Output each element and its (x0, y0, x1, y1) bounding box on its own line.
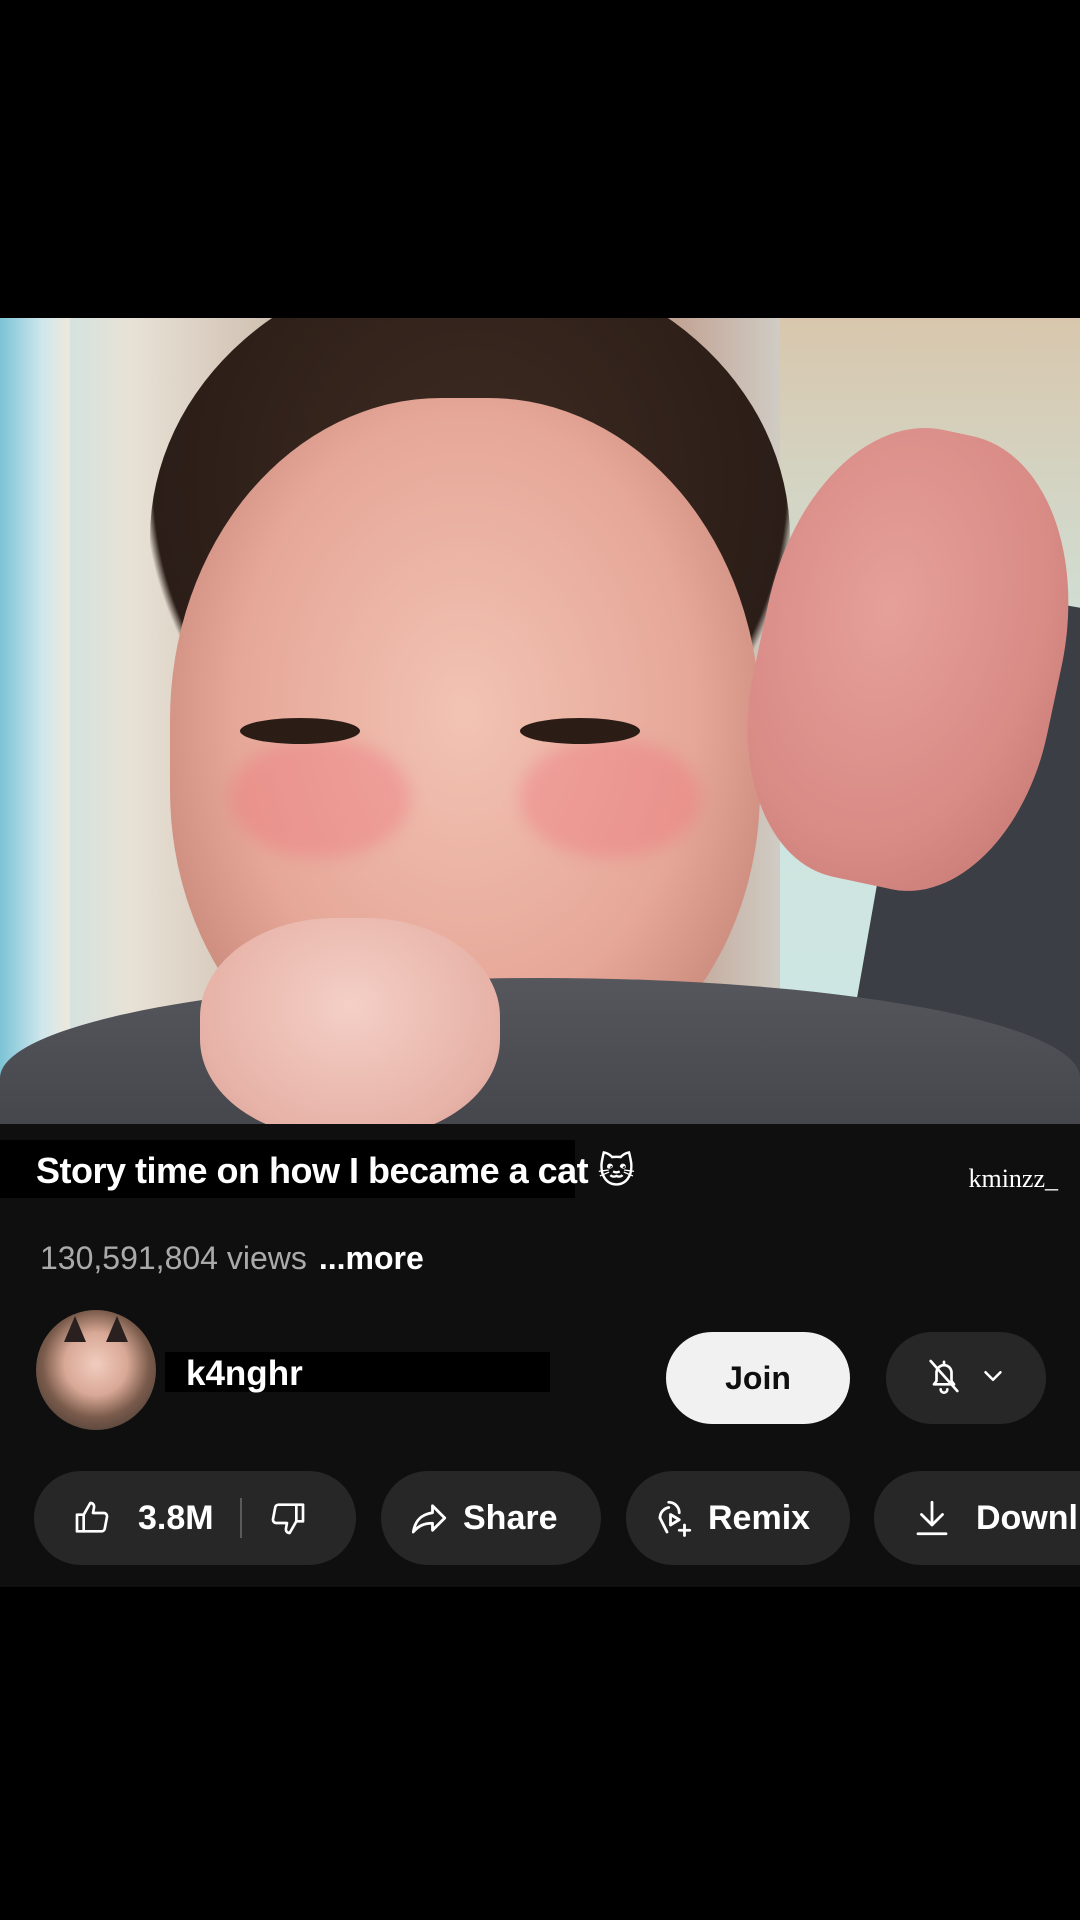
watermark: kminzz_ (968, 1164, 1058, 1193)
share-button[interactable]: Share (381, 1471, 601, 1565)
thumbs-down-icon[interactable] (266, 1496, 310, 1540)
join-button[interactable]: Join (666, 1332, 850, 1424)
more-link[interactable]: ...more (319, 1240, 424, 1276)
video-title[interactable]: Story time on how I became a cat 🐱 (36, 1150, 635, 1192)
eye-right (520, 718, 640, 744)
channel-avatar[interactable] (36, 1310, 156, 1430)
chevron-down-icon (978, 1361, 1008, 1396)
action-bar: 3.8M Share Remix Downl (0, 1471, 1080, 1567)
download-button[interactable]: Downl (874, 1471, 1080, 1565)
cheek-right (520, 738, 700, 858)
view-count-row[interactable]: 130,591,804 views ...more (40, 1240, 424, 1277)
notification-settings-button[interactable] (886, 1332, 1046, 1424)
title-row[interactable]: Story time on how I became a cat 🐱 kminz… (0, 1124, 1080, 1204)
download-icon (910, 1496, 954, 1540)
view-count: 130,591,804 views (40, 1240, 307, 1276)
eye-left (240, 718, 360, 744)
download-label: Downl (976, 1498, 1078, 1537)
like-divider (239, 1498, 242, 1538)
share-label: Share (463, 1498, 558, 1537)
channel-name[interactable]: k4nghr (186, 1354, 303, 1394)
cat-ear-left (64, 1316, 86, 1342)
remix-label: Remix (708, 1498, 811, 1537)
background-curtain (0, 318, 70, 1124)
cheek-left (230, 738, 410, 858)
share-icon (407, 1496, 451, 1540)
video-player[interactable] (0, 318, 1080, 1124)
fist (200, 918, 500, 1124)
join-label: Join (725, 1359, 791, 1396)
like-count[interactable]: 3.8M (138, 1499, 214, 1538)
thumbs-up-icon[interactable] (70, 1496, 114, 1540)
bell-off-icon (924, 1356, 964, 1401)
video-info-panel: Story time on how I became a cat 🐱 kminz… (0, 1124, 1080, 1587)
remix-icon (652, 1496, 696, 1540)
cat-ear-right (106, 1316, 128, 1342)
remix-button[interactable]: Remix (626, 1471, 850, 1565)
like-dislike-group: 3.8M (34, 1471, 356, 1565)
